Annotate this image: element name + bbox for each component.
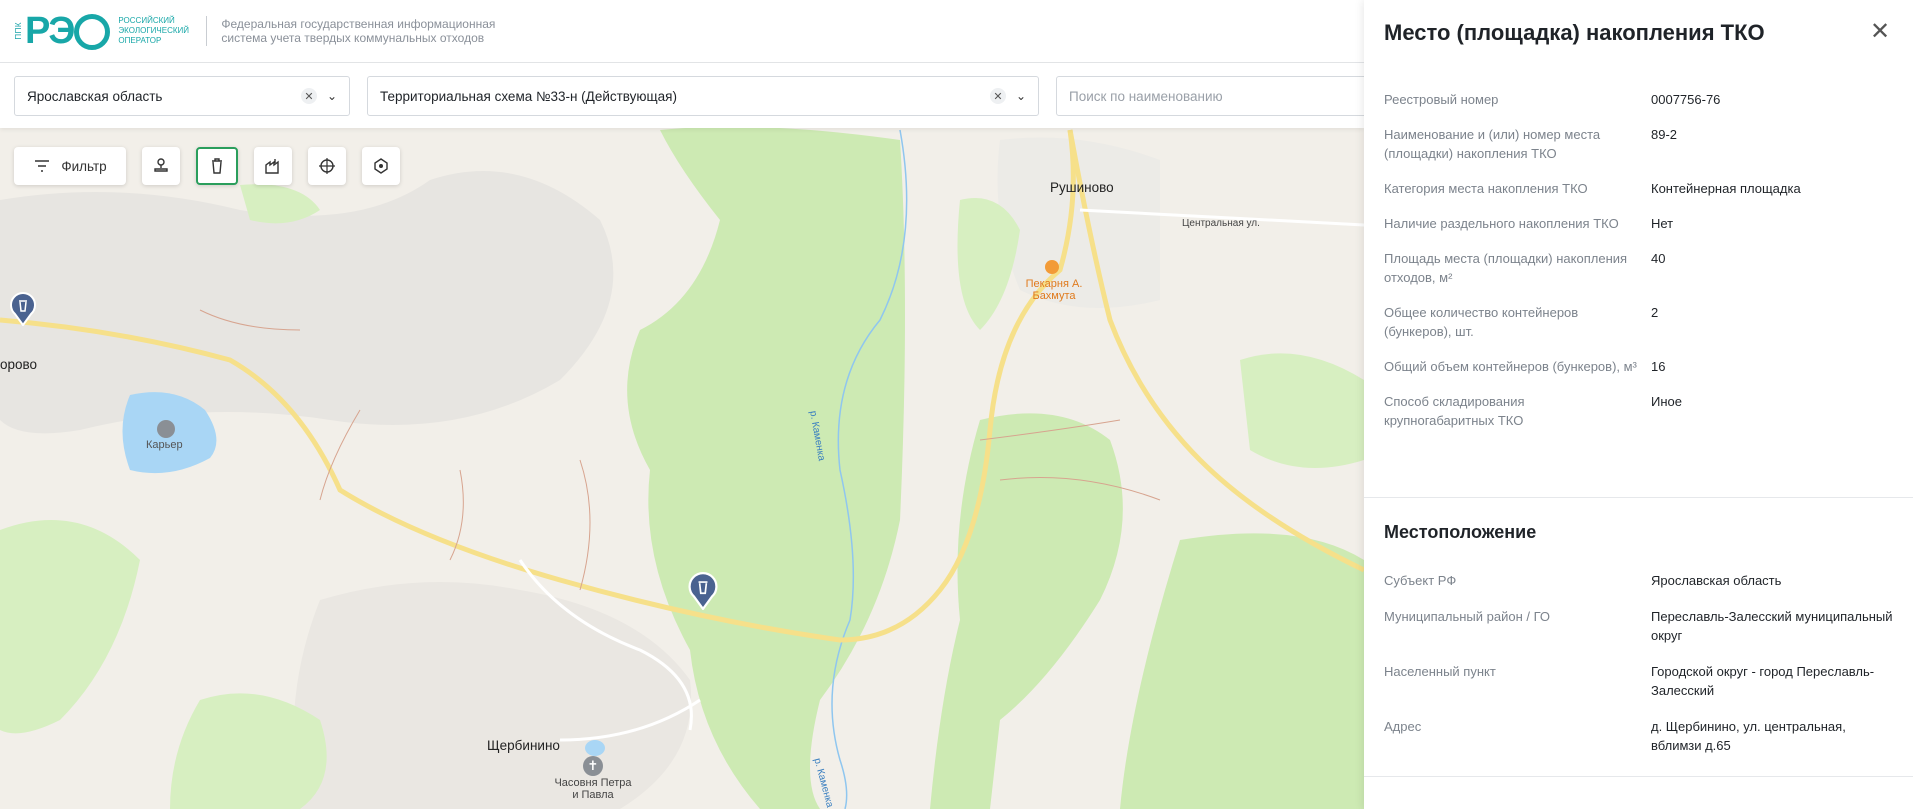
details-list: Реестровый номер 0007756-76 Наименование …: [1384, 90, 1894, 446]
detail-row: Наименование и (или) номер места (площад…: [1384, 125, 1894, 163]
detail-row: Общее количество контейнеров (бункеров),…: [1384, 303, 1894, 341]
chevron-down-icon[interactable]: ⌄: [327, 89, 337, 103]
panel-title: Место (площадка) накопления ТКО: [1384, 20, 1765, 45]
detail-label: Способ складирования крупногабаритных ТК…: [1384, 394, 1525, 428]
detail-value: Иное: [1651, 394, 1682, 409]
detail-row: Общий объем контейнеров (бункеров), м³ 16: [1384, 357, 1894, 376]
waste-site-marker[interactable]: [10, 292, 36, 331]
detail-label: Площадь места (площадки) накопления отхо…: [1384, 251, 1628, 285]
detail-value: Контейнерная площадка: [1651, 181, 1801, 196]
scheme-select[interactable]: Территориальная схема №33-н (Действующая…: [367, 76, 1039, 116]
map-label-karer: Карьер: [146, 439, 183, 451]
close-icon[interactable]: ✕: [1867, 20, 1893, 46]
location-label: Населенный пункт: [1384, 664, 1496, 679]
location-label: Муниципальный район / ГО: [1384, 609, 1551, 624]
divider: [1364, 497, 1913, 498]
clear-icon[interactable]: ✕: [300, 88, 317, 104]
search-input[interactable]: [1056, 76, 1376, 116]
detail-row: Реестровый номер 0007756-76: [1384, 90, 1894, 109]
filter-icon: [35, 160, 50, 172]
location-value: Ярославская область: [1651, 573, 1782, 588]
map-label-bakery: Пекарня А. Бахмута: [1025, 278, 1083, 302]
logo-text: Российский экологический оператор: [118, 16, 190, 45]
location-value: д. Щербинино, ул. центральная, вблимзи д…: [1651, 719, 1846, 753]
location-label: Субъект РФ: [1384, 573, 1457, 588]
map-label-rushinovo: Рушиново: [1050, 180, 1114, 195]
location-section-title: Местоположение: [1384, 522, 1537, 542]
location-row: Адрес д. Щербинино, ул. центральная, вбли…: [1384, 717, 1894, 755]
detail-value: 89-2: [1651, 127, 1678, 142]
trash-bin-icon: [212, 158, 222, 174]
region-select-value: Ярославская область: [27, 88, 163, 104]
detail-label: Общий объем контейнеров (бункеров), м³: [1384, 359, 1637, 374]
location-value: Городской округ - город Переславль-Залес…: [1651, 664, 1875, 698]
detail-row: Категория места накопления ТКО Контейнерн…: [1384, 179, 1894, 198]
header-title: Федеральная государственная информационн…: [221, 17, 496, 45]
waste-site-marker-selected[interactable]: [688, 572, 718, 615]
filter-button-label: Фильтр: [61, 158, 107, 174]
location-tool-button[interactable]: [308, 147, 346, 185]
detail-label: Категория места накопления ТКО: [1384, 181, 1588, 196]
map-label-chapel: Часовня Петра и Павла: [554, 777, 632, 801]
stamp-tool-button[interactable]: [142, 147, 180, 185]
details-panel: Место (площадка) накопления ТКО ✕ Реестр…: [1364, 0, 1913, 809]
location-row: Субъект РФ Ярославская область: [1384, 571, 1894, 590]
map-label-shcherbinino: Щербинино: [487, 738, 560, 753]
detail-value: 0007756-76: [1651, 92, 1721, 107]
waste-site-tool-button[interactable]: [196, 147, 238, 185]
logo-mark: РЭ: [25, 12, 111, 51]
header-divider: [206, 16, 208, 46]
clear-icon[interactable]: ✕: [989, 88, 1006, 104]
chevron-down-icon[interactable]: ⌄: [1016, 89, 1026, 103]
pond-shape: [585, 740, 605, 756]
detail-value: Нет: [1651, 216, 1674, 231]
detail-label: Реестровый номер: [1384, 92, 1499, 107]
detail-value: 2: [1651, 305, 1659, 320]
location-label: Адрес: [1384, 719, 1422, 734]
map-label-orovo: орово: [0, 357, 38, 372]
logo[interactable]: ППК РЭ Российский экологический оператор: [14, 9, 192, 53]
detail-label: Наименование и (или) номер места (площад…: [1384, 127, 1601, 161]
scheme-select-value: Территориальная схема №33-н (Действующая…: [380, 88, 677, 104]
filter-button[interactable]: Фильтр: [14, 147, 126, 185]
bakery-icon[interactable]: [1045, 260, 1059, 274]
detail-row: Площадь места (площадки) накопления отхо…: [1384, 249, 1894, 287]
location-row: Муниципальный район / ГО Переславль-Залес…: [1384, 607, 1894, 645]
polygon-tool-button[interactable]: [362, 147, 400, 185]
divider: [1364, 776, 1913, 777]
detail-label: Общее количество контейнеров (бункеров),…: [1384, 305, 1579, 339]
detail-value: 40: [1651, 251, 1666, 266]
cross-icon: ✝: [583, 756, 603, 776]
detail-label: Наличие раздельного накопления ТКО: [1384, 216, 1619, 231]
map-label-street: Центральная ул.: [1182, 218, 1260, 229]
app-header: ППК РЭ Российский экологический оператор…: [0, 0, 1364, 63]
detail-row: Наличие раздельного накопления ТКО Нет: [1384, 214, 1894, 233]
facility-tool-button[interactable]: [254, 147, 292, 185]
region-select[interactable]: Ярославская область ✕ ⌄: [14, 76, 350, 116]
map-tools: Фильтр: [14, 147, 400, 185]
filter-bar: Ярославская область ✕ ⌄ Территориальная …: [0, 63, 1376, 128]
location-value: Переславль-Залесский муниципальный округ: [1651, 609, 1893, 643]
quarry-icon: [157, 420, 175, 438]
forest-area: [1240, 353, 1364, 468]
detail-value: 16: [1651, 359, 1666, 374]
crosshair-icon: [319, 158, 335, 174]
location-list: Субъект РФ Ярославская область Муниципаль…: [1384, 571, 1894, 771]
detail-row: Способ складирования крупногабаритных ТК…: [1384, 392, 1894, 430]
polygon-icon: [374, 158, 388, 174]
location-row: Населенный пункт Городской округ - город …: [1384, 662, 1894, 700]
logo-prefix: ППК: [14, 22, 23, 40]
stamp-icon: [154, 158, 168, 172]
factory-icon: [265, 159, 279, 174]
